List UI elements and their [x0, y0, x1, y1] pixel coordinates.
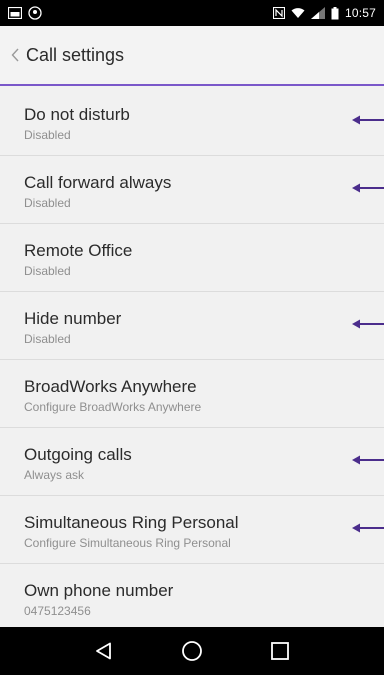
- battery-icon: [331, 6, 339, 20]
- arrow-left-icon: [352, 454, 384, 466]
- setting-simultaneous-ring-personal[interactable]: Simultaneous Ring Personal Configure Sim…: [0, 496, 384, 564]
- app-header: Call settings: [0, 26, 384, 86]
- back-triangle-icon[interactable]: [84, 631, 124, 671]
- arrow-left-icon: [352, 114, 384, 126]
- signal-icon: [310, 7, 325, 19]
- setting-subtitle: Disabled: [24, 128, 71, 142]
- setting-title: Do not disturb: [24, 105, 130, 124]
- setting-title: BroadWorks Anywhere: [24, 377, 197, 396]
- wifi-icon: [291, 7, 305, 19]
- gallery-icon: [8, 7, 22, 19]
- setting-subtitle: Always ask: [24, 468, 85, 482]
- setting-subtitle: Configure Simultaneous Ring Personal: [24, 536, 231, 550]
- call-settings-screen: 10:57 Call settings Do not disturb Disab…: [0, 0, 384, 675]
- setting-title: Own phone number: [24, 581, 174, 600]
- nfc-icon: [272, 7, 285, 19]
- status-bar: 10:57: [0, 0, 384, 26]
- setting-hide-number[interactable]: Hide number Disabled: [0, 292, 384, 360]
- setting-title: Hide number: [24, 309, 122, 328]
- setting-title: Simultaneous Ring Personal: [24, 513, 239, 532]
- arrow-left-icon: [352, 318, 384, 330]
- setting-subtitle: Disabled: [24, 196, 71, 210]
- page-title: Call settings: [26, 44, 125, 65]
- navigation-bar: [0, 627, 384, 675]
- setting-title: Outgoing calls: [24, 445, 132, 464]
- setting-subtitle: Disabled: [24, 332, 71, 346]
- arrow-left-icon: [352, 182, 384, 194]
- chevron-left-icon[interactable]: [8, 45, 22, 65]
- home-circle-icon[interactable]: [172, 631, 212, 671]
- setting-call-forward-always[interactable]: Call forward always Disabled: [0, 156, 384, 224]
- status-right-icons: 10:57: [272, 6, 376, 20]
- setting-own-phone-number[interactable]: Own phone number 0475123456: [0, 564, 384, 632]
- setting-subtitle: Disabled: [24, 264, 71, 278]
- setting-subtitle: Configure BroadWorks Anywhere: [24, 400, 202, 414]
- recents-square-icon[interactable]: [260, 631, 300, 671]
- setting-title: Remote Office: [24, 241, 133, 260]
- setting-subtitle: 0475123456: [24, 604, 91, 618]
- status-time: 10:57: [344, 6, 376, 20]
- notification-icon: [28, 6, 42, 20]
- setting-outgoing-calls[interactable]: Outgoing calls Always ask: [0, 428, 384, 496]
- setting-title: Call forward always: [24, 173, 172, 192]
- status-left-icons: [8, 6, 42, 20]
- settings-list: Do not disturb Disabled Call forward alw…: [0, 88, 384, 632]
- setting-do-not-disturb[interactable]: Do not disturb Disabled: [0, 88, 384, 156]
- arrow-left-icon: [352, 522, 384, 534]
- setting-broadworks-anywhere[interactable]: BroadWorks Anywhere Configure BroadWorks…: [0, 360, 384, 428]
- setting-remote-office[interactable]: Remote Office Disabled: [0, 224, 384, 292]
